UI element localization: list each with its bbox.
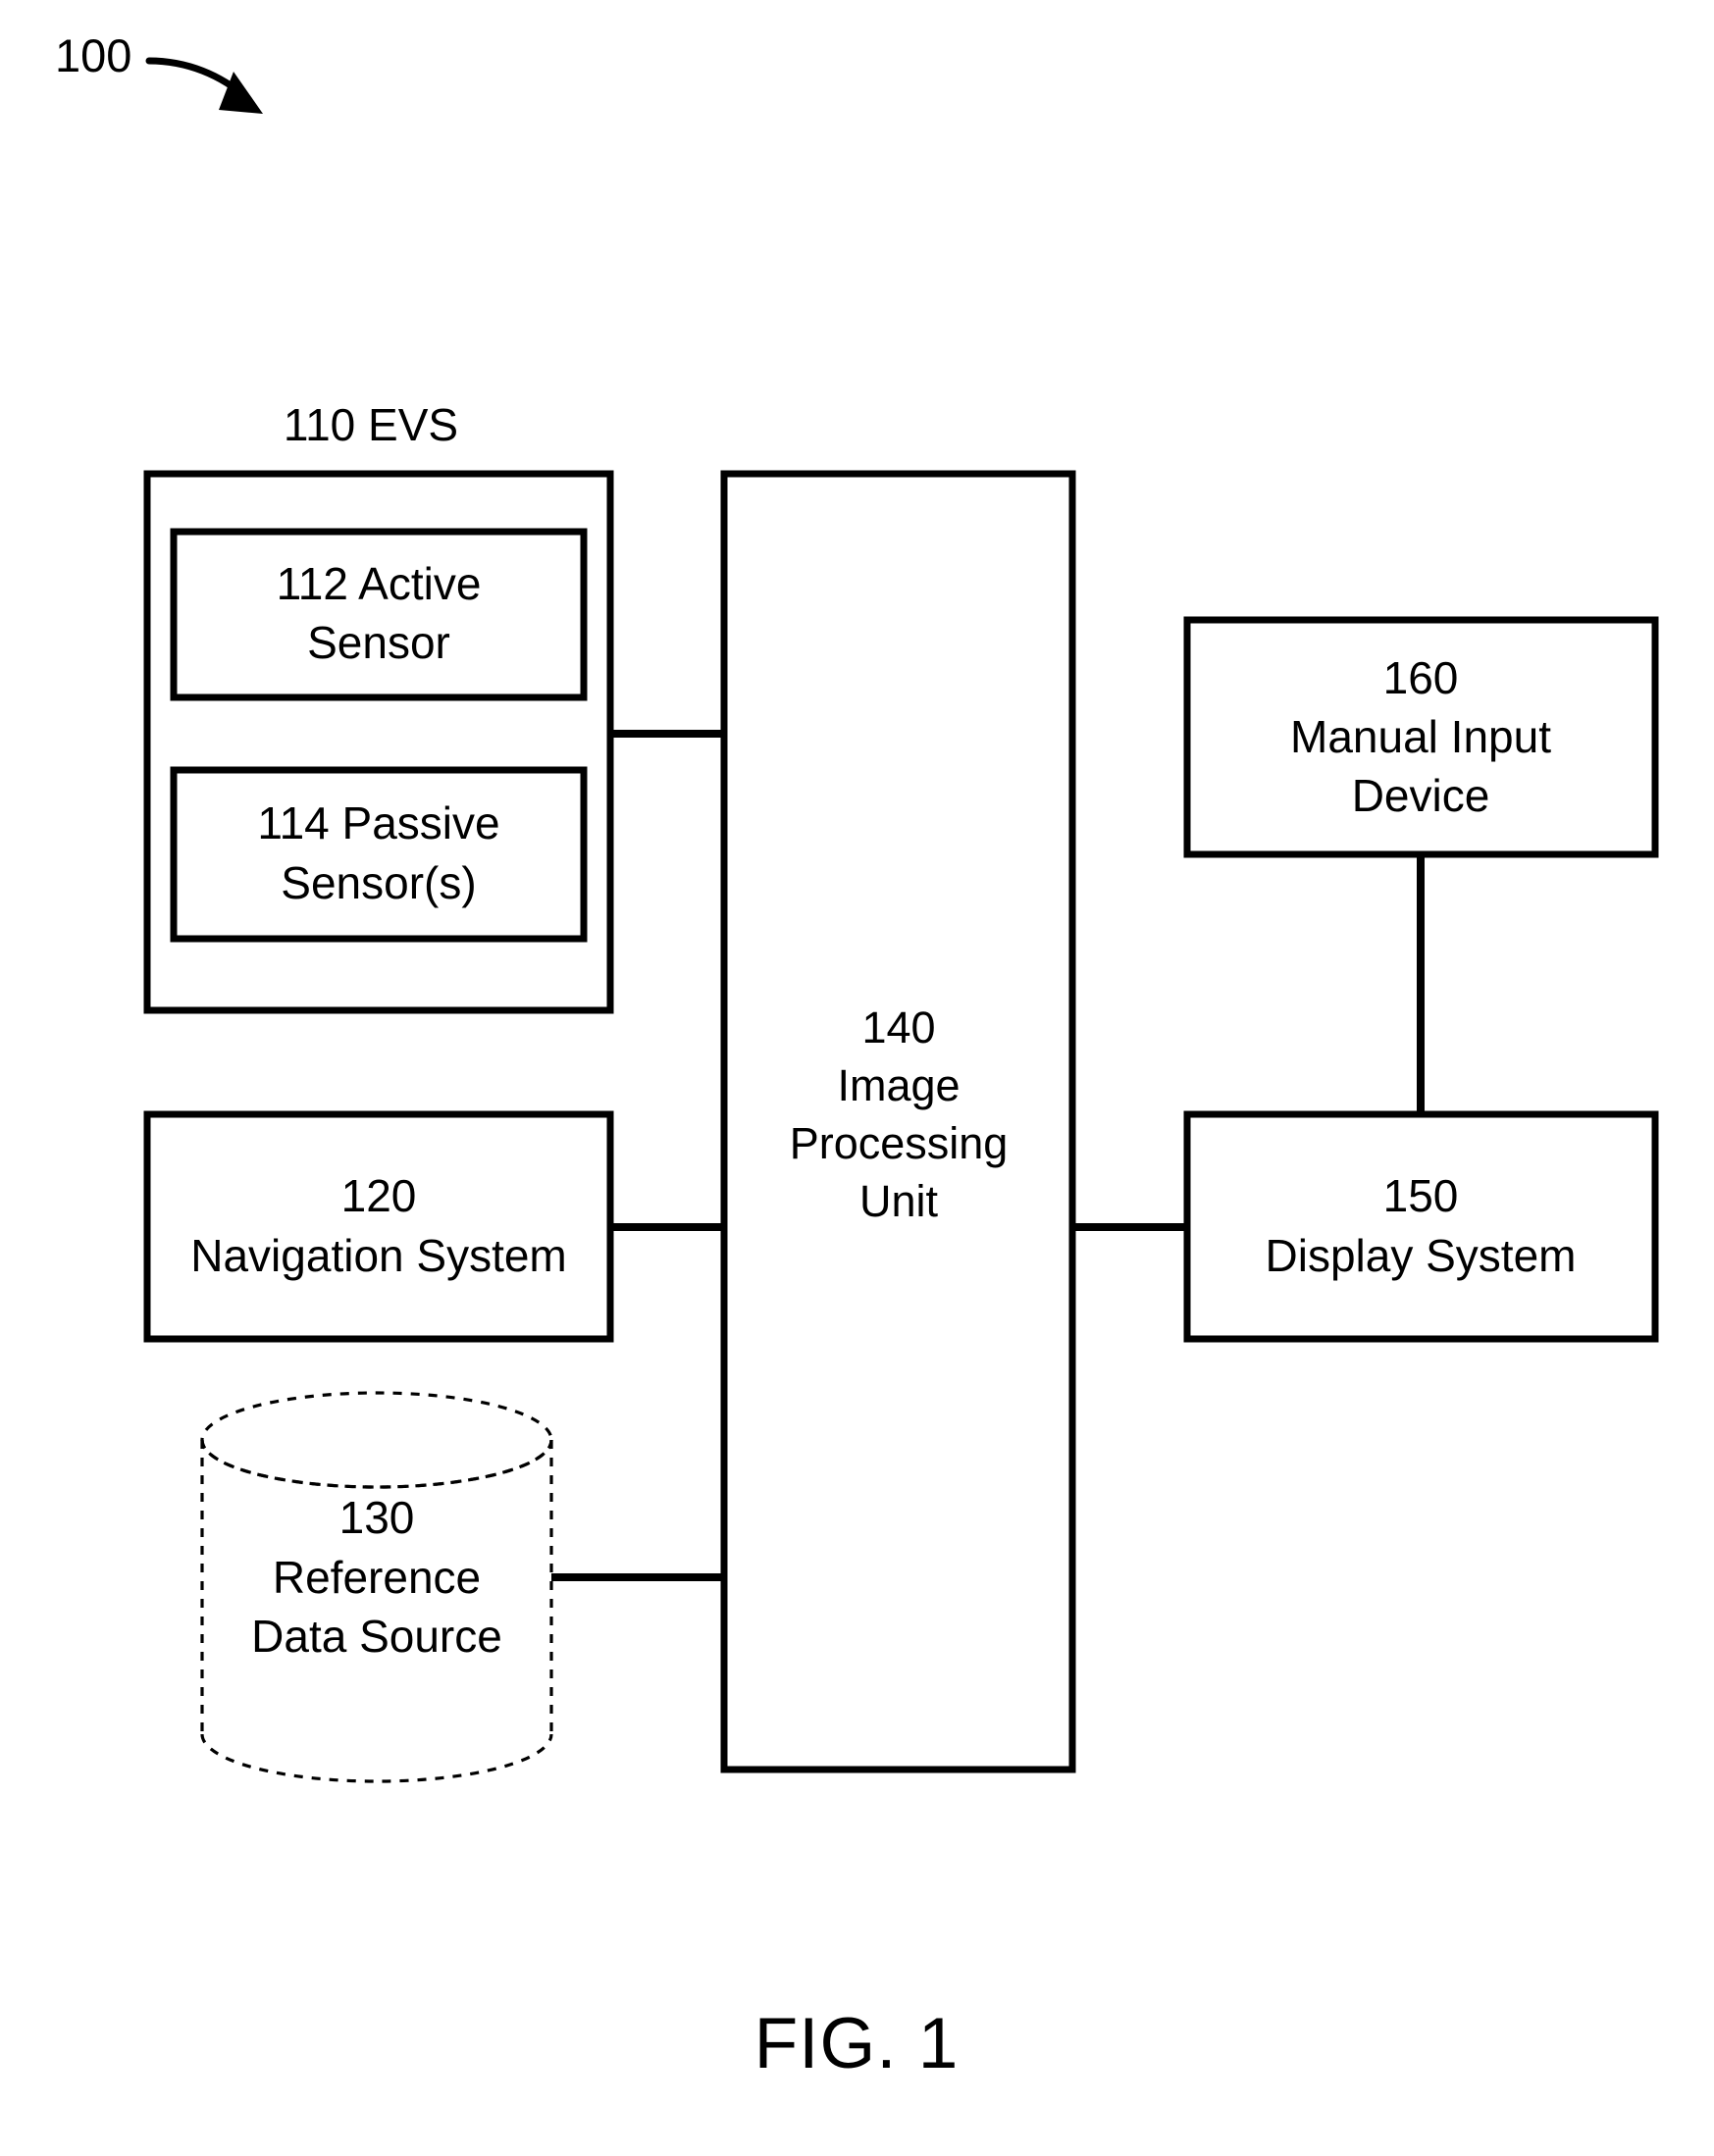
figure-number-label: 100 (55, 29, 131, 81)
display-system-line-1: 150 (1383, 1170, 1459, 1221)
image-processing-unit-line-1: 140 (861, 1002, 935, 1052)
node-evs: 110 EVS 112 Active Sensor 114 Passive Se… (143, 399, 614, 1014)
manual-input-device-line-1: 160 (1383, 652, 1459, 703)
cylinder-top-ellipse (200, 1391, 553, 1489)
passive-sensor-line-2: Sensor(s) (281, 857, 476, 908)
figure-caption: FIG. 1 (754, 2004, 960, 2083)
cylinder-rim-arc (200, 1439, 553, 1489)
node-navigation-system: 120 Navigation System (143, 1110, 614, 1343)
image-processing-unit-line-3: Processing (790, 1118, 1009, 1168)
reference-data-source-line-2: Reference (273, 1552, 481, 1603)
manual-input-device-line-3: Device (1352, 770, 1490, 821)
navigation-system-box (143, 1110, 614, 1343)
active-sensor-line-2: Sensor (307, 617, 450, 668)
cylinder-bottom-arc (200, 1733, 553, 1783)
image-processing-unit-line-4: Unit (859, 1176, 939, 1226)
navigation-system-line-2: Navigation System (190, 1230, 567, 1281)
node-image-processing-unit: 140 Image Processing Unit (720, 470, 1076, 1773)
reference-data-source-line-1: 130 (339, 1492, 415, 1543)
navigation-system-line-1: 120 (341, 1170, 417, 1221)
display-system-line-2: Display System (1266, 1230, 1577, 1281)
node-manual-input-device: 160 Manual Input Device (1183, 616, 1659, 858)
callout-arrow-head (219, 72, 263, 114)
evs-box (143, 470, 614, 1014)
active-sensor-line-1: 112 Active (277, 558, 482, 609)
reference-data-source-line-3: Data Source (251, 1611, 502, 1662)
evs-title: 110 EVS (284, 399, 458, 450)
display-system-box (1183, 1110, 1659, 1343)
manual-input-device-line-2: Manual Input (1290, 711, 1551, 762)
patent-figure: 100 110 EVS 112 Active Sensor 114 Passiv… (0, 0, 1714, 2156)
passive-sensor-line-1: 114 Passive (257, 797, 499, 848)
active-sensor-box (170, 528, 588, 701)
passive-sensor-box (170, 766, 588, 943)
node-display-system: 150 Display System (1183, 1110, 1659, 1343)
node-active-sensor: 112 Active Sensor (170, 528, 588, 701)
node-passive-sensor: 114 Passive Sensor(s) (170, 766, 588, 943)
node-reference-data-source: 130 Reference Data Source (200, 1391, 553, 1783)
figure-number-callout: 100 (55, 29, 263, 114)
image-processing-unit-line-2: Image (837, 1060, 960, 1110)
